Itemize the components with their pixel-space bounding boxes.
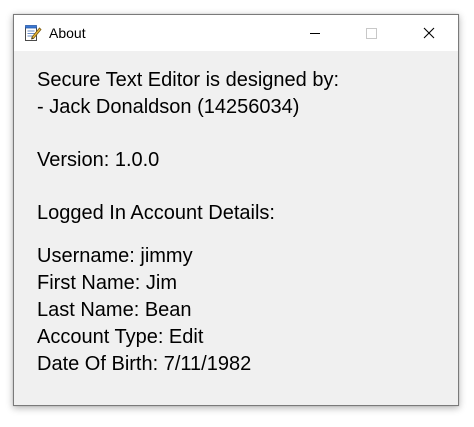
close-button[interactable] — [406, 15, 452, 51]
designed-by-heading: Secure Text Editor is designed by: — [37, 69, 340, 91]
version-label: Version: 1.0.0 — [37, 149, 160, 171]
notepad-pencil-icon — [24, 24, 42, 42]
maximize-icon — [366, 28, 377, 39]
close-icon — [423, 27, 435, 39]
first-name-label: First Name: Jim — [37, 272, 177, 294]
about-content: Secure Text Editor is designed by: - Jac… — [37, 67, 447, 378]
username-label: Username: jimmy — [37, 245, 193, 267]
minimize-button[interactable] — [292, 15, 338, 51]
account-details-heading: Logged In Account Details: — [37, 202, 275, 224]
window-title: About — [49, 25, 86, 41]
designer-name: - Jack Donaldson (14256034) — [37, 96, 300, 118]
title-bar[interactable]: About — [14, 15, 458, 51]
about-dialog-window: About Secure Text Editor is designed by:… — [13, 14, 459, 406]
account-type-label: Account Type: Edit — [37, 326, 204, 348]
date-of-birth-label: Date Of Birth: 7/11/1982 — [37, 353, 252, 375]
maximize-button[interactable] — [348, 15, 394, 51]
last-name-label: Last Name: Bean — [37, 299, 192, 321]
minimize-icon — [310, 33, 320, 34]
